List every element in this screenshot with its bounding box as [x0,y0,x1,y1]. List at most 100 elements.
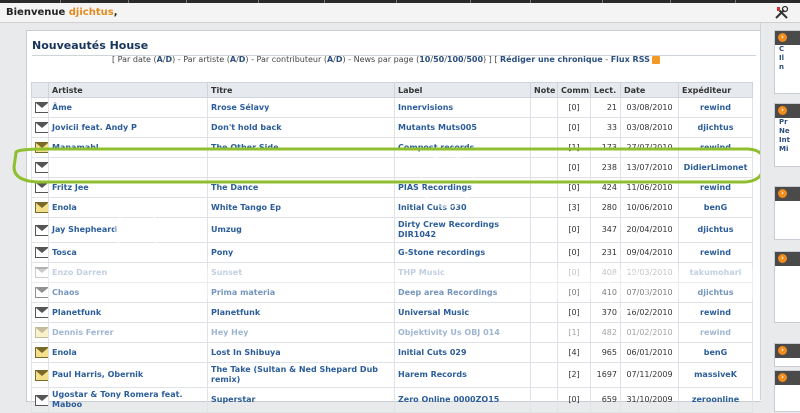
sender-cell[interactable]: massiveK [678,362,753,388]
artist-cell[interactable]: Chaos [48,282,208,303]
sidebar-box-header[interactable]: › [775,371,800,385]
sender-cell[interactable]: rewind [678,302,753,323]
title-cell[interactable]: Pony [207,242,395,263]
artist-cell[interactable]: Enola [48,197,208,218]
sender-cell[interactable]: rewind [678,97,753,118]
sender-cell[interactable]: djichtus [678,217,753,243]
comments-cell[interactable]: [0] [557,97,591,118]
comments-cell[interactable]: [4] [557,342,591,363]
col-sender-header[interactable]: Expéditeur [678,82,753,98]
title-cell[interactable]: Hey Hey [207,322,395,343]
sidebar-box-line[interactable]: Pr [775,118,800,127]
table-row[interactable]: Âme Rrose Sélavy Innervisions [0] 21 03/08/20… [31,97,753,118]
comments-cell[interactable]: [0] [557,117,591,138]
title-cell[interactable]: Planetfunk [207,302,395,323]
comments-cell[interactable]: [0] [557,177,591,198]
open-envelope-icon[interactable] [35,202,48,213]
label-cell[interactable]: Deep area Recordings [394,282,531,303]
comments-cell[interactable]: [1] [557,322,591,343]
col-date-header[interactable]: Date [620,82,679,98]
expand-arrow-icon[interactable]: › [778,189,787,198]
sidebar-box-header[interactable]: › [775,104,800,118]
artist-cell[interactable]: Enola [48,342,208,363]
expand-arrow-icon[interactable]: › [778,373,787,382]
per-page-10-link[interactable]: 10 [419,55,430,64]
tools-icon[interactable] [774,5,789,20]
artist-cell[interactable]: Ugostar & Tony Romera feat. Maboo [48,387,208,413]
rss-feed-link[interactable]: Flux RSS [611,55,650,64]
artist-cell[interactable]: Jay Shepheard [48,217,208,243]
open-envelope-icon[interactable] [35,369,48,381]
label-cell[interactable]: Innervisions [394,97,531,118]
per-page-100-link[interactable]: 100 [447,55,464,64]
comments-cell[interactable]: [2] [557,362,591,388]
sidebar-box-line[interactable]: Ne [775,127,800,136]
sidebar-box-line[interactable]: Il [775,54,800,63]
label-cell[interactable]: Objektivity Us OBJ 014 [394,322,531,343]
envelope-icon[interactable] [35,394,48,406]
per-page-500-link[interactable]: 500 [466,55,483,64]
table-row[interactable]: Tosca Pony G-Stone recordings [0] 231 09/04/2… [31,242,753,263]
envelope-icon[interactable] [35,287,48,298]
sidebar-box-line[interactable]: n [775,63,800,72]
table-row[interactable]: Jay Shepheard Umzug Dirty Crew Recordings … [31,217,753,243]
col-title-header[interactable]: Titre [207,82,395,98]
open-envelope-icon[interactable] [35,142,48,153]
envelope-icon[interactable] [35,307,48,318]
title-cell[interactable]: Prima materia [207,282,395,303]
col-comments-header[interactable]: Comm. [557,82,591,98]
title-cell[interactable]: Don't hold back [207,117,395,138]
title-cell[interactable]: The Other Side [207,137,395,158]
artist-cell[interactable]: Manamahl [48,137,208,158]
label-cell[interactable]: Universal Music [394,302,531,323]
comments-cell[interactable]: [0] [557,157,591,178]
comments-cell[interactable]: [0] [557,262,591,283]
sidebar-box-line[interactable]: Mi [775,145,800,154]
expand-arrow-icon[interactable]: › [778,33,787,42]
comments-cell[interactable]: [0] [557,387,591,413]
table-row[interactable]: Enola White Tango Ep Initial Cuts 030 [3] 28… [31,197,753,218]
envelope-icon[interactable] [35,102,48,113]
title-cell[interactable]: Superstar [207,387,395,413]
comments-cell[interactable]: [0] [557,242,591,263]
comments-cell[interactable]: [0] [557,217,591,243]
sender-cell[interactable]: rewind [678,242,753,263]
artist-cell[interactable]: Âme [48,97,208,118]
artist-cell[interactable]: Tosca [48,242,208,263]
title-cell[interactable] [207,157,395,178]
sender-cell[interactable]: benG [678,197,753,218]
table-row[interactable]: Enola Lost In Shibuya Initial Cuts 029 [4] 9… [31,342,753,363]
envelope-icon[interactable] [35,224,48,236]
title-cell[interactable]: Rrose Sélavy [207,97,395,118]
sort-contrib-desc-link[interactable]: D [336,55,343,64]
username-link[interactable]: djichtus [69,7,114,18]
artist-cell[interactable]: Dennis Ferrer [48,322,208,343]
open-envelope-icon[interactable] [35,327,48,338]
sidebar-box-header[interactable]: › [775,252,800,266]
artist-cell[interactable]: Paul Harris, Obernik [48,362,208,388]
envelope-icon[interactable] [35,122,48,133]
sidebar-box-line[interactable]: Int [775,136,800,145]
label-cell[interactable]: Initial Cuts 029 [394,342,531,363]
comments-cell[interactable]: [0] [557,282,591,303]
title-cell[interactable]: The Take (Sultan & Ned Shepard Dub remix… [207,362,395,388]
artist-cell[interactable]: Enzo Darren [48,262,208,283]
label-cell[interactable]: G-Stone recordings [394,242,531,263]
table-row[interactable]: Fritz Jee The Dance PIAS Recordings [0] 424 1… [31,177,753,198]
label-cell[interactable]: Dirty Crew Recordings DIR1042 [394,217,531,243]
sender-cell[interactable]: djichtus [678,282,753,303]
sender-cell[interactable]: zeroonline [678,387,753,413]
sender-cell[interactable]: rewind [678,322,753,343]
comments-cell[interactable]: [3] [557,197,591,218]
rss-icon[interactable] [651,55,660,64]
col-note-header[interactable]: Note [530,82,558,98]
label-cell[interactable]: Zero Online 0000ZO15 [394,387,531,413]
table-row[interactable]: Paul Harris, Obernik The Take (Sultan & N… [31,362,753,388]
table-row[interactable]: Jovicii feat. Andy P Don't hold back Mutan… [31,117,753,138]
sender-cell[interactable]: rewind [678,177,753,198]
open-envelope-icon[interactable] [35,347,48,358]
table-row[interactable]: Manamahl The Other Side Compost records [1]… [31,137,753,158]
label-cell[interactable]: PIAS Recordings [394,177,531,198]
sidebar-box-line[interactable]: C [775,45,800,54]
col-reads-header[interactable]: Lect. [590,82,621,98]
